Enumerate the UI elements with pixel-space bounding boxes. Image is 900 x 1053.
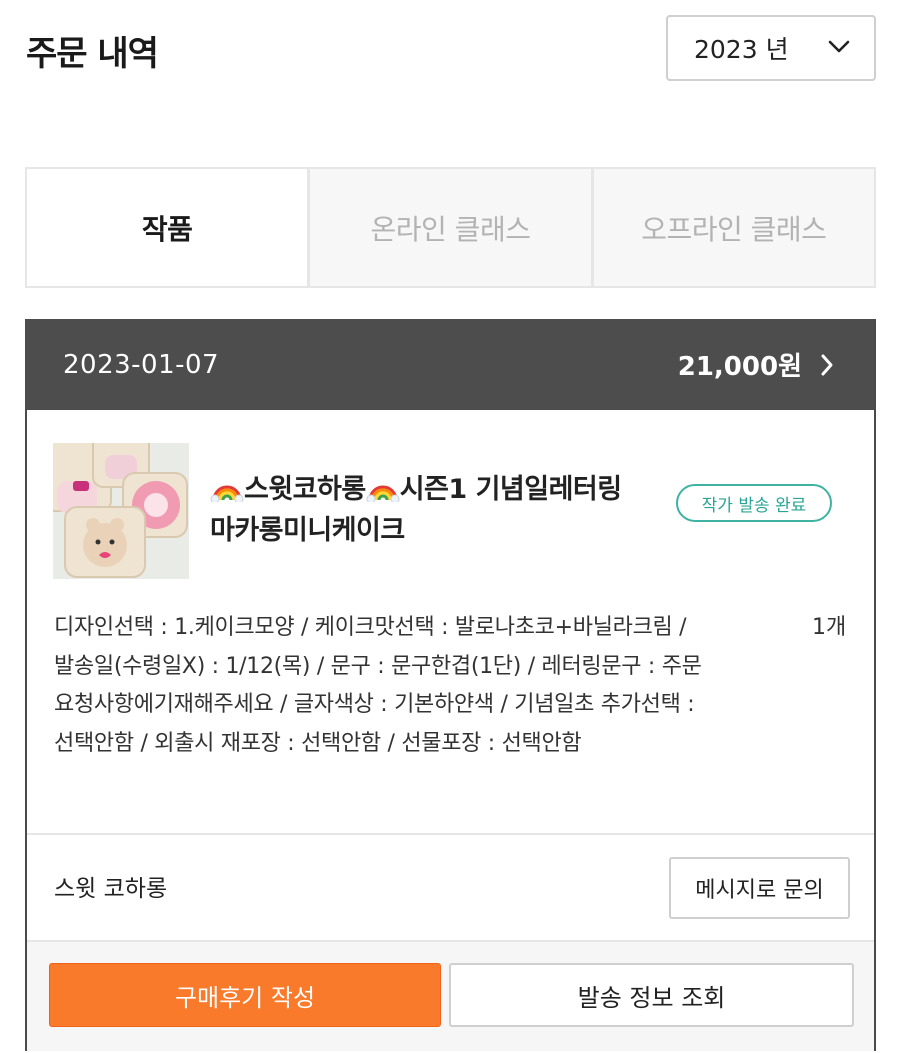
divider [27, 833, 874, 835]
seller-name[interactable]: 스윗 코하롱 [54, 869, 167, 903]
order-total-amount: 21,000원 [677, 352, 802, 382]
chevron-right-icon [821, 354, 833, 375]
order-card: 2023-01-07 21,000원 스윗코하롱 시즌1 기념일레터링 마카롱미… [25, 319, 876, 1051]
year-select-value: 2023 년 [694, 35, 789, 64]
shipping-info-button[interactable]: 발송 정보 조회 [449, 963, 854, 1027]
write-review-button[interactable]: 구매후기 작성 [49, 963, 441, 1027]
product-thumbnail[interactable] [53, 443, 189, 579]
order-date: 2023-01-07 [63, 349, 220, 380]
rainbow-emoji-icon [366, 485, 400, 502]
tab-offline-class[interactable]: 오프라인 클래스 [590, 169, 874, 286]
tab-artworks[interactable]: 작품 [27, 169, 308, 286]
year-select[interactable]: 2023 년 [666, 15, 876, 81]
status-badge: 작가 발송 완료 [676, 484, 832, 522]
chevron-down-icon [828, 40, 850, 53]
product-options: 디자인선택 : 1.케이크모양 / 케이크맛선택 : 발로나초코+바닐라크림 /… [54, 615, 702, 756]
product-quantity: 1개 [812, 615, 847, 640]
message-inquiry-button[interactable]: 메시지로 문의 [669, 857, 850, 919]
category-tabs: 작품 온라인 클래스 오프라인 클래스 [25, 167, 876, 288]
product-name[interactable]: 스윗코하롱 시즌1 기념일레터링 마카롱미니케이크 [210, 469, 650, 551]
page-title: 주문 내역 [26, 34, 159, 74]
order-header[interactable]: 2023-01-07 21,000원 [27, 319, 874, 410]
rainbow-emoji-icon [210, 485, 244, 502]
product-item: 스윗코하롱 시즌1 기념일레터링 마카롱미니케이크 작가 발송 완료 [53, 443, 853, 583]
product-name-part1: 스윗코하롱 [244, 474, 366, 505]
tab-online-class[interactable]: 온라인 클래스 [307, 169, 590, 286]
order-total: 21,000원 [678, 346, 834, 383]
